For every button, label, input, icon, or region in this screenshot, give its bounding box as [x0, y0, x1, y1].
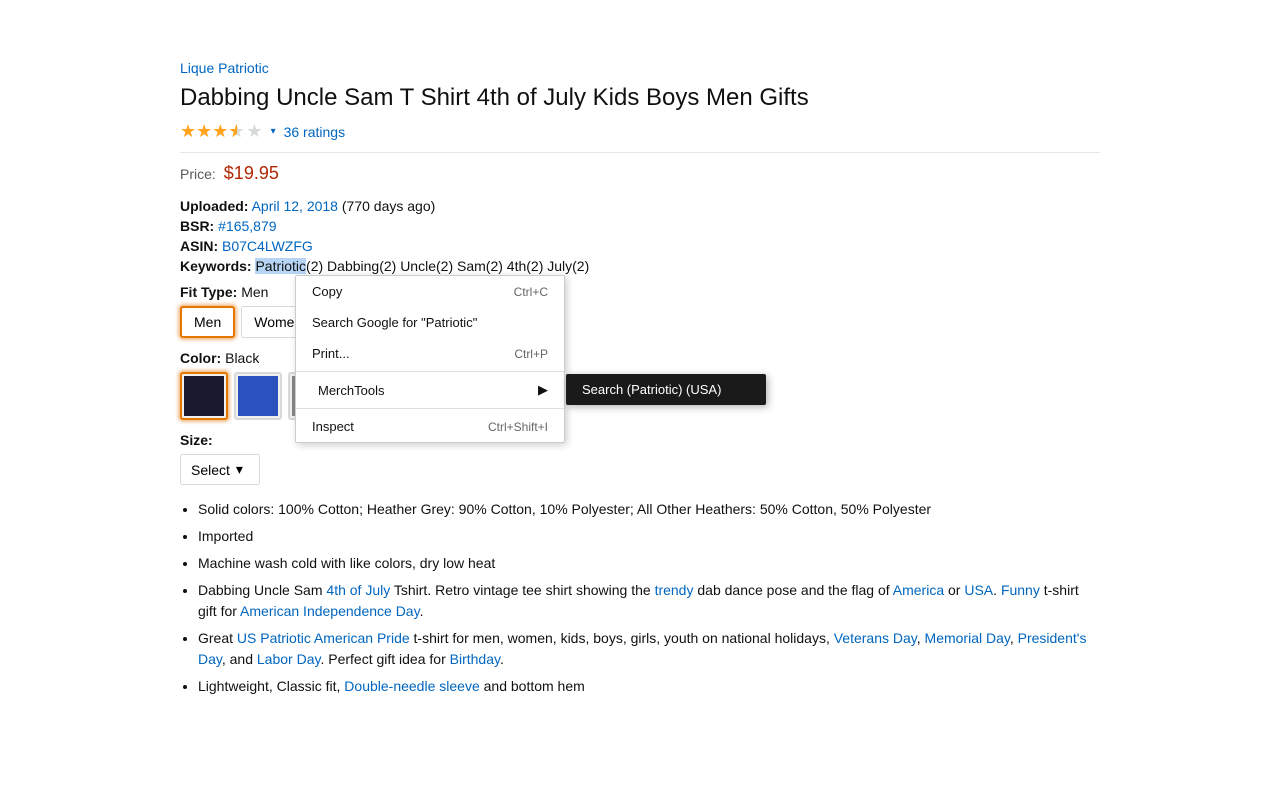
feature-list: Solid colors: 100% Cotton; Heather Grey:…	[198, 499, 1100, 697]
keywords-row: Keywords: Patriotic(2) Dabbing(2) Uncle(…	[180, 258, 1100, 274]
bullet-5: Great US Patriotic American Pride t-shir…	[198, 628, 1100, 670]
uploaded-row: Uploaded: April 12, 2018 (770 days ago)	[180, 198, 1100, 214]
context-inspect-label: Inspect	[312, 419, 354, 434]
bsr-row: BSR: #165,879	[180, 218, 1100, 234]
context-copy[interactable]: Copy Ctrl+C	[296, 276, 564, 307]
keywords-rest: (2) Dabbing(2) Uncle(2) Sam(2) 4th(2) Ju…	[306, 258, 589, 274]
submenu-search-patriotic[interactable]: Search (Patriotic) (USA)	[566, 374, 766, 405]
product-title: Dabbing Uncle Sam T Shirt 4th of July Ki…	[180, 82, 1100, 113]
bullet-4: Dabbing Uncle Sam 4th of July Tshirt. Re…	[198, 580, 1100, 622]
uploaded-label: Uploaded:	[180, 198, 248, 214]
context-print[interactable]: Print... Ctrl+P	[296, 338, 564, 369]
context-search-google-label: Search Google for "Patriotic"	[312, 315, 477, 330]
asin-row: ASIN: B07C4LWZFG	[180, 238, 1100, 254]
divider-1	[180, 152, 1100, 153]
context-menu[interactable]: Copy Ctrl+C Search Google for "Patriotic…	[295, 275, 565, 443]
color-label: Color:	[180, 350, 221, 366]
context-divider-1	[296, 371, 564, 372]
star-half: ★ ★	[228, 121, 246, 142]
fit-type-value: Men	[241, 284, 268, 300]
context-inspect[interactable]: Inspect Ctrl+Shift+I	[296, 411, 564, 442]
keywords-label: Keywords:	[180, 258, 252, 274]
page-container: Lique Patriotic Dabbing Uncle Sam T Shir…	[0, 0, 1280, 743]
bullet-6: Lightweight, Classic fit, Double-needle …	[198, 676, 1100, 697]
asin-value[interactable]: B07C4LWZFG	[222, 238, 313, 254]
merch-tools-arrow: ▶	[538, 382, 548, 398]
uploaded-days: (770 days ago)	[342, 198, 435, 214]
bsr-label: BSR:	[180, 218, 214, 234]
merch-tools-left: MerchTools	[312, 383, 384, 398]
price-label: Price:	[180, 166, 216, 182]
star-rating: ★ ★ ★ ★ ★ ★	[180, 121, 263, 142]
bullet-1: Solid colors: 100% Cotton; Heather Grey:…	[198, 499, 1100, 520]
merch-tools-container: MerchTools ▶ Search (Patriotic) (USA)	[296, 374, 564, 406]
context-inspect-shortcut: Ctrl+Shift+I	[488, 420, 548, 434]
brand-link[interactable]: Lique Patriotic	[180, 60, 269, 76]
bullet-2: Imported	[198, 526, 1100, 547]
rating-chevron[interactable]: ▾	[271, 126, 276, 137]
bullet-3: Machine wash cold with like colors, dry …	[198, 553, 1100, 574]
rating-row: ★ ★ ★ ★ ★ ★ ▾ 36 ratings	[180, 121, 1100, 142]
context-divider-2	[296, 408, 564, 409]
star-2: ★	[196, 121, 212, 142]
asin-label: ASIN:	[180, 238, 218, 254]
keyword-highlighted: Patriotic	[255, 258, 306, 274]
fit-men-button[interactable]: Men	[180, 306, 235, 338]
bsr-value[interactable]: #165,879	[218, 218, 276, 234]
star-3: ★	[212, 121, 228, 142]
context-copy-shortcut: Ctrl+C	[514, 285, 548, 299]
fit-type-label: Fit Type:	[180, 284, 237, 300]
uploaded-date[interactable]: April 12, 2018	[252, 198, 338, 214]
star-1: ★	[180, 121, 196, 142]
context-print-shortcut: Ctrl+P	[514, 347, 548, 361]
star-empty: ★	[246, 121, 262, 142]
price-row: Price: $19.95	[180, 163, 1100, 184]
context-submenu[interactable]: Search (Patriotic) (USA)	[566, 374, 766, 405]
swatch-blue[interactable]	[234, 372, 282, 420]
color-value: Black	[225, 350, 259, 366]
size-select-button[interactable]: Select ▾	[180, 454, 260, 485]
price-value: $19.95	[224, 163, 279, 184]
size-select-text: Select	[191, 462, 230, 478]
context-copy-label: Copy	[312, 284, 342, 299]
size-select-chevron: ▾	[236, 461, 243, 478]
merch-tools-label: MerchTools	[318, 383, 384, 398]
context-merch-tools[interactable]: MerchTools ▶	[296, 374, 564, 406]
context-print-label: Print...	[312, 346, 350, 361]
ratings-link[interactable]: 36 ratings	[284, 124, 345, 140]
context-search-google[interactable]: Search Google for "Patriotic"	[296, 307, 564, 338]
swatch-black[interactable]	[180, 372, 228, 420]
brand-row: Lique Patriotic	[180, 60, 1100, 76]
